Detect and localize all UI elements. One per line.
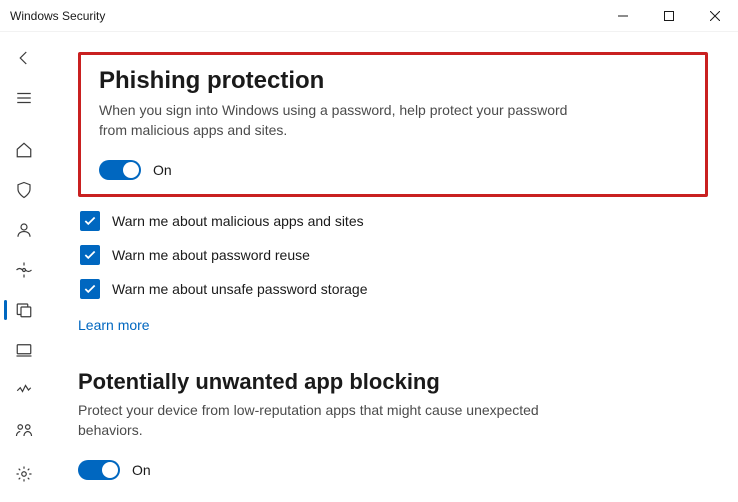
check-storage-label: Warn me about unsafe password storage — [112, 281, 368, 297]
maximize-button[interactable] — [646, 0, 692, 32]
content-area: Phishing protection When you sign into W… — [48, 32, 738, 502]
pua-toggle[interactable] — [78, 460, 120, 480]
check-malicious[interactable] — [80, 211, 100, 231]
sidebar — [0, 32, 48, 502]
check-reuse-label: Warn me about password reuse — [112, 247, 310, 263]
phishing-highlight: Phishing protection When you sign into W… — [78, 52, 708, 197]
check-reuse[interactable] — [80, 245, 100, 265]
window-title: Windows Security — [10, 9, 105, 23]
settings-icon[interactable] — [4, 454, 44, 494]
pua-desc: Protect your device from low-reputation … — [78, 401, 558, 440]
device-icon[interactable] — [4, 330, 44, 370]
family-icon[interactable] — [4, 410, 44, 450]
app-browser-icon[interactable] — [4, 290, 44, 330]
titlebar: Windows Security — [0, 0, 738, 32]
phishing-title: Phishing protection — [99, 67, 687, 95]
performance-icon[interactable] — [4, 370, 44, 410]
minimize-button[interactable] — [600, 0, 646, 32]
check-storage[interactable] — [80, 279, 100, 299]
phishing-desc: When you sign into Windows using a passw… — [99, 101, 579, 140]
pua-section: Potentially unwanted app blocking Protec… — [78, 369, 708, 480]
account-icon[interactable] — [4, 210, 44, 250]
phishing-toggle[interactable] — [99, 160, 141, 180]
close-button[interactable] — [692, 0, 738, 32]
shield-icon[interactable] — [4, 170, 44, 210]
phishing-toggle-label: On — [153, 162, 172, 178]
pua-toggle-label: On — [132, 462, 151, 478]
check-malicious-label: Warn me about malicious apps and sites — [112, 213, 364, 229]
home-icon[interactable] — [4, 130, 44, 170]
menu-icon[interactable] — [4, 78, 44, 118]
learn-more-link[interactable]: Learn more — [78, 317, 150, 333]
firewall-icon[interactable] — [4, 250, 44, 290]
back-button[interactable] — [4, 38, 44, 78]
pua-title: Potentially unwanted app blocking — [78, 369, 708, 395]
